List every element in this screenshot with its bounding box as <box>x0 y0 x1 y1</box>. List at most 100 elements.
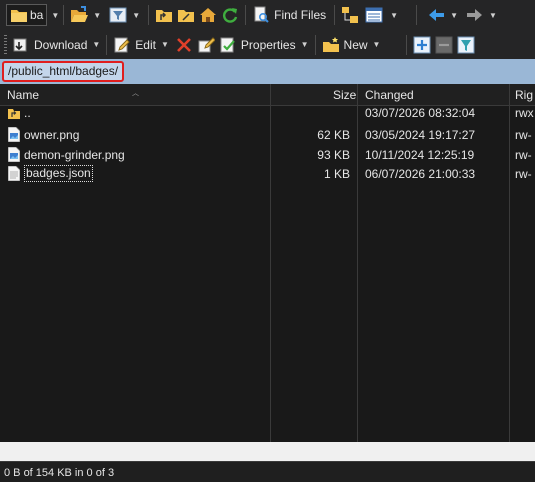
column-header-changed[interactable]: Changed <box>365 88 414 102</box>
horizontal-scrollbar[interactable] <box>0 442 535 461</box>
file-rights: rw- <box>515 128 532 142</box>
arrow-right-icon <box>466 9 482 21</box>
edit-dropdown[interactable]: ▼ <box>161 40 169 49</box>
file-row[interactable]: .. 03/07/2026 08:32:04 rwx <box>0 103 535 122</box>
download-icon <box>13 38 27 51</box>
find-files-icon <box>254 6 269 23</box>
folder-icon <box>11 10 27 22</box>
download-label: Download <box>34 37 88 52</box>
image-file-icon <box>0 145 20 164</box>
edit-icon <box>114 37 131 52</box>
file-row[interactable]: owner.png 62 KB 03/05/2024 19:17:27 rw- <box>0 125 535 144</box>
status-bar: 0 B of 154 KB in 0 of 3 <box>0 461 535 482</box>
drive-combo[interactable]: ba <box>6 4 48 26</box>
parent-folder-icon <box>0 103 20 122</box>
file-name: badges.json <box>24 165 93 182</box>
open-directory-dropdown[interactable]: ▼ <box>93 11 101 20</box>
edit-button[interactable]: Edit <box>111 33 158 57</box>
current-path[interactable]: /public_html/badges/ <box>2 61 125 82</box>
file-name: demon-grinder.png <box>24 148 125 162</box>
toolbar-top: ba ▼ ▼ ▼ Find Files ▼ ▼ ▼ <box>0 0 535 30</box>
directory-tree-icon <box>342 7 359 23</box>
file-changed: 03/05/2024 19:17:27 <box>365 128 476 142</box>
file-rights: rwx <box>515 106 534 120</box>
view-mode-dropdown[interactable]: ▼ <box>390 11 398 20</box>
find-files-label: Find Files <box>274 8 327 22</box>
forward-dropdown[interactable]: ▼ <box>489 11 497 20</box>
file-rights: rw- <box>515 148 532 162</box>
address-bar: /public_html/badges/ <box>0 59 535 84</box>
file-row[interactable]: demon-grinder.png 93 KB 10/11/2024 12:25:1… <box>0 145 535 164</box>
file-size: 93 KB <box>317 148 350 162</box>
download-button[interactable]: Download <box>10 33 89 57</box>
column-header-rights[interactable]: Rig <box>515 88 533 102</box>
toolbar-grip[interactable] <box>4 34 7 55</box>
home-directory-button[interactable] <box>197 3 219 27</box>
properties-icon <box>220 37 235 52</box>
drive-combo-dropdown[interactable]: ▼ <box>51 11 59 20</box>
image-file-icon <box>0 125 20 144</box>
drive-combo-text: ba <box>30 8 44 22</box>
properties-label: Properties <box>240 37 296 52</box>
properties-dropdown[interactable]: ▼ <box>301 40 309 49</box>
delete-icon <box>176 37 191 52</box>
plus-icon <box>413 36 431 53</box>
sort-indicator-icon: ︿ <box>132 90 139 97</box>
file-name: owner.png <box>24 128 80 142</box>
open-folder-icon <box>71 6 89 22</box>
root-folder-icon <box>178 10 195 22</box>
file-list-panel: Name ︿ Size Changed Rig .. 03/07/2026 08:… <box>0 84 535 461</box>
file-name: .. <box>24 106 31 120</box>
new-button[interactable]: New <box>320 33 370 57</box>
edit-label: Edit <box>135 37 156 52</box>
forward-button[interactable] <box>464 3 486 27</box>
separator <box>148 5 150 25</box>
rename-icon <box>198 36 215 52</box>
directory-tree-button[interactable] <box>339 3 361 27</box>
refresh-button[interactable] <box>219 3 241 27</box>
separator <box>416 5 418 25</box>
file-size: 1 KB <box>323 167 350 181</box>
view-list-icon <box>365 7 383 23</box>
file-row[interactable]: badges.json 1 KB 06/07/2026 21:00:33 rw- <box>0 164 535 183</box>
root-directory-button[interactable] <box>175 3 197 27</box>
find-files-button[interactable]: Find Files <box>250 3 328 27</box>
unselect-files-button[interactable] <box>433 33 455 57</box>
back-dropdown[interactable]: ▼ <box>450 11 458 20</box>
home-icon <box>200 8 217 22</box>
select-files-button[interactable] <box>411 33 433 57</box>
file-rights: rw- <box>515 167 532 181</box>
rename-button[interactable] <box>195 33 217 57</box>
new-dropdown[interactable]: ▼ <box>373 40 381 49</box>
status-text: 0 B of 154 KB in 0 of 3 <box>4 467 115 479</box>
open-directory-button[interactable] <box>68 3 90 27</box>
minus-icon <box>435 36 453 53</box>
filter-icon <box>457 36 475 53</box>
filter-button[interactable] <box>107 3 129 27</box>
column-header-name[interactable]: Name <box>7 88 39 102</box>
separator <box>406 34 408 55</box>
back-button[interactable] <box>425 3 447 27</box>
text-file-icon <box>0 164 20 183</box>
new-label: New <box>343 37 368 52</box>
properties-button[interactable]: Properties <box>217 33 298 57</box>
new-folder-icon <box>322 36 339 52</box>
download-dropdown[interactable]: ▼ <box>92 40 100 49</box>
file-changed: 06/07/2026 21:00:33 <box>365 167 476 181</box>
column-header-size[interactable]: Size <box>333 88 356 102</box>
separator <box>63 5 65 25</box>
separator <box>106 34 108 55</box>
filter-icon <box>109 7 127 23</box>
file-changed: 03/07/2026 08:32:04 <box>365 106 476 120</box>
separator <box>334 5 336 25</box>
refresh-icon <box>223 8 238 23</box>
parent-directory-button[interactable] <box>153 3 175 27</box>
view-mode-button[interactable] <box>361 3 387 27</box>
file-size: 62 KB <box>317 128 350 142</box>
delete-button[interactable] <box>173 33 195 57</box>
separator <box>314 34 316 55</box>
filter-dropdown[interactable]: ▼ <box>132 11 140 20</box>
toolbar-file-actions: Download ▼ Edit ▼ Properties ▼ New ▼ <box>0 30 535 59</box>
parent-directory-icon <box>156 10 173 22</box>
filter-selection-button[interactable] <box>455 33 477 57</box>
